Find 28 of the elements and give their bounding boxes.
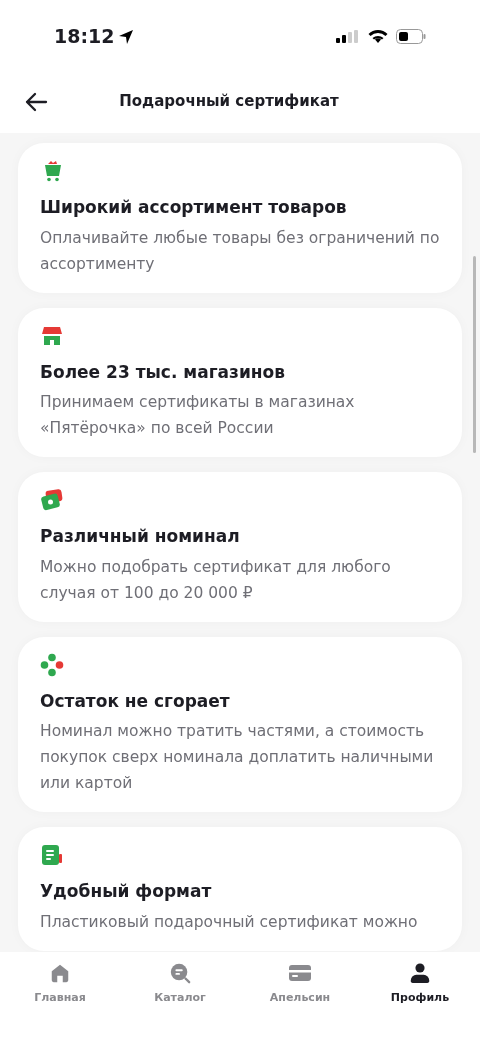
battery-icon — [396, 29, 426, 44]
signal-icon — [336, 29, 360, 44]
tab-bar-item[interactable]: Профиль — [360, 962, 480, 1007]
tab-bar-item[interactable]: Главная — [0, 962, 120, 1007]
card-description: Пластиковый подарочный сертификат можно — [40, 911, 419, 933]
card-title: Широкий ассортимент товаров — [40, 196, 348, 219]
home-icon — [49, 962, 71, 984]
card-title: Удобный формат — [40, 880, 213, 903]
profile-icon — [409, 962, 431, 984]
document-icon — [40, 843, 64, 867]
card-description: Номинал можно тратить частями, а стоимость покупок сверх номинала доплатить наличными или картой — [40, 721, 435, 794]
card-title: Различный номинал — [40, 525, 241, 548]
card-description: Оплачивайте любые товары без ограничений по ассортименту — [40, 227, 440, 275]
card-description: Можно подобрать сертификат для любого случая от 100 до 20 000 ₽ — [40, 556, 392, 604]
card-icon — [288, 962, 312, 984]
search-icon — [169, 962, 191, 984]
card-title: Более 23 тыс. магазинов — [40, 360, 286, 384]
back-arrow-icon — [24, 91, 48, 112]
money-icon — [40, 488, 64, 512]
dots-icon — [40, 652, 64, 677]
status-time: 18:12 — [54, 24, 115, 50]
tab-bar-item[interactable]: Апельсин — [240, 962, 360, 1007]
card-description: Принимаем сертификаты в магазинах «Пятёрочка» по всей России — [40, 392, 356, 439]
page-title: Подарочный сертификат — [119, 91, 339, 113]
card-title: Остаток не сгорает — [40, 689, 231, 713]
tab-bar-item[interactable]: Каталог — [120, 962, 240, 1007]
location-icon — [118, 28, 135, 45]
wifi-icon — [368, 29, 388, 44]
